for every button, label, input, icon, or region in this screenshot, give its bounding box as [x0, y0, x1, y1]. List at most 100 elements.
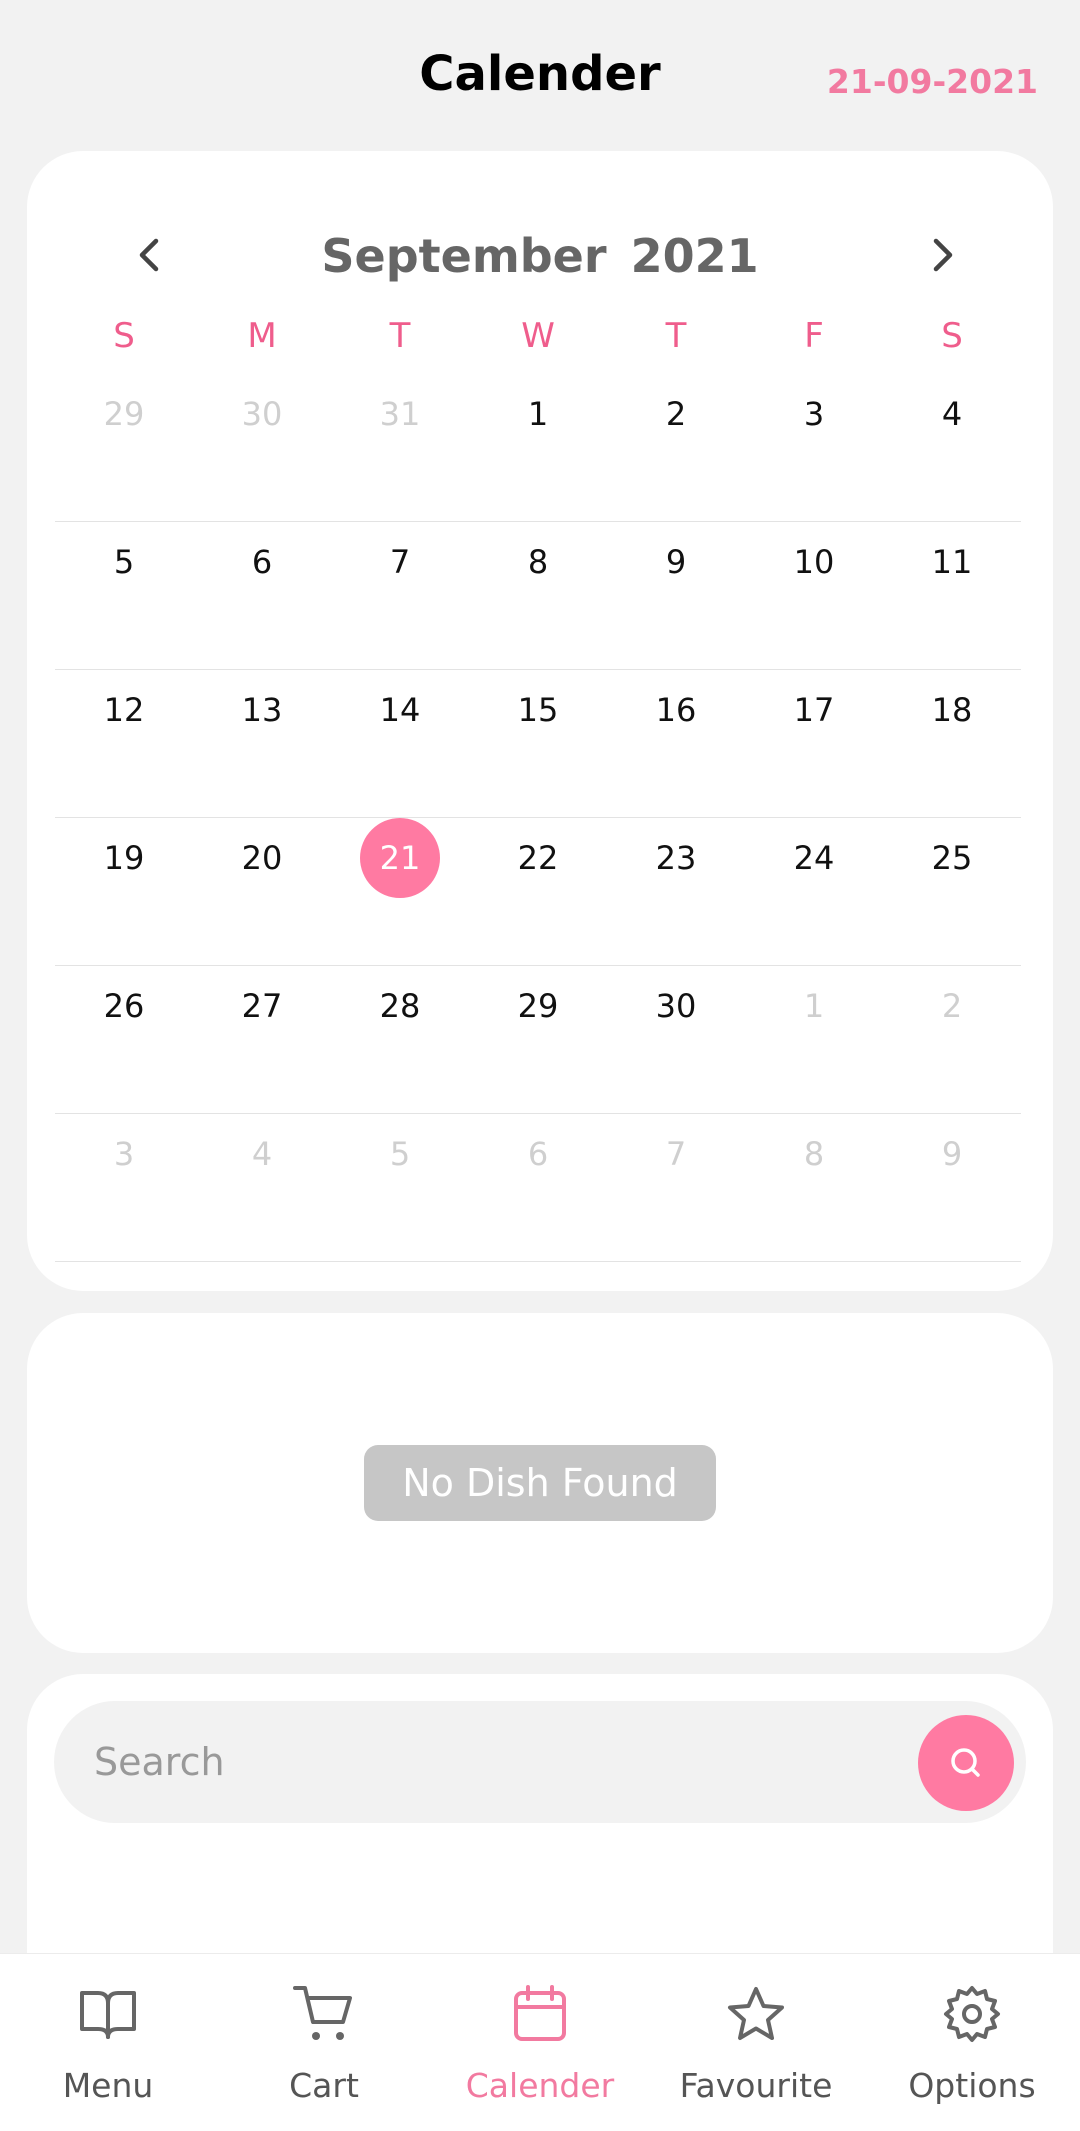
calendar-day-number: 12: [103, 691, 145, 729]
calendar-week-row: 29 30 31 1 2 3 4: [55, 374, 1021, 522]
tab-label: Cart: [289, 2066, 359, 2105]
calendar-day[interactable]: 7: [331, 522, 469, 669]
calendar-day[interactable]: 31: [331, 374, 469, 521]
calendar-week-row: 19 20 21 22 23 24 25: [55, 818, 1021, 966]
calendar-day[interactable]: 22: [469, 818, 607, 965]
book-open-icon: [76, 1982, 140, 2046]
tab-options[interactable]: Options: [864, 1954, 1080, 2131]
calendar-day[interactable]: 24: [745, 818, 883, 965]
calendar-day[interactable]: 5: [331, 1114, 469, 1261]
calendar-day[interactable]: 20: [193, 818, 331, 965]
calendar-day-number: 1: [803, 987, 825, 1025]
tab-calender[interactable]: Calender: [432, 1954, 648, 2131]
tab-label: Options: [908, 2066, 1036, 2105]
weekday-label: F: [804, 316, 824, 356]
calendar-day[interactable]: 15: [469, 670, 607, 817]
calendar-day[interactable]: 5: [55, 522, 193, 669]
tab-menu[interactable]: Menu: [0, 1954, 216, 2131]
calendar-day[interactable]: 29: [469, 966, 607, 1113]
weekday-label: T: [665, 316, 687, 356]
calendar-day[interactable]: 1: [745, 966, 883, 1113]
calendar-day-selected[interactable]: 21: [331, 818, 469, 965]
calendar-day[interactable]: 2: [607, 374, 745, 521]
cart-icon: [292, 1982, 356, 2046]
calendar-day-number: 22: [517, 839, 559, 877]
calendar-day-number: 18: [931, 691, 973, 729]
calendar-day[interactable]: 13: [193, 670, 331, 817]
calendar-day-number: 20: [241, 839, 283, 877]
calendar-day-number: 13: [241, 691, 283, 729]
calendar-day[interactable]: 12: [55, 670, 193, 817]
calendar-day[interactable]: 14: [331, 670, 469, 817]
calendar-day[interactable]: 8: [745, 1114, 883, 1261]
calendar-day[interactable]: 25: [883, 818, 1021, 965]
calendar-day-number: 25: [931, 839, 973, 877]
calendar-day[interactable]: 7: [607, 1114, 745, 1261]
search-input[interactable]: [94, 1701, 874, 1823]
calendar-day-number: 19: [103, 839, 145, 877]
weekday-header: S M T W T F S: [55, 316, 1021, 376]
calendar-day-number: 7: [389, 543, 411, 581]
calendar-day-number: 30: [655, 987, 697, 1025]
calendar-day[interactable]: 11: [883, 522, 1021, 669]
calendar-day[interactable]: 18: [883, 670, 1021, 817]
selected-date-label: 21-09-2021: [826, 62, 1038, 101]
calendar-day-number: 7: [665, 1135, 687, 1173]
calendar-day-number: 28: [379, 987, 421, 1025]
calendar-day[interactable]: 6: [193, 522, 331, 669]
calendar-day[interactable]: 29: [55, 374, 193, 521]
calendar-week-row: 3 4 5 6 7 8 9: [55, 1114, 1021, 1262]
next-month-button[interactable]: [913, 225, 973, 285]
calendar-day[interactable]: 19: [55, 818, 193, 965]
calendar-grid: 29 30 31 1 2 3 4 5 6 7 8 9 10 11 12 13 14 15 16 17 18 19 20 21 2…: [55, 374, 1021, 1262]
calendar-day-number: 4: [941, 395, 963, 433]
calendar-day[interactable]: 3: [55, 1114, 193, 1261]
tab-favourite[interactable]: Favourite: [648, 1954, 864, 2131]
empty-state-badge: No Dish Found: [364, 1445, 716, 1521]
calendar-day-number: 15: [517, 691, 559, 729]
calendar-day[interactable]: 2: [883, 966, 1021, 1113]
calendar-day[interactable]: 9: [883, 1114, 1021, 1261]
calendar-week-row: 12 13 14 15 16 17 18: [55, 670, 1021, 818]
calendar-day-number: 14: [379, 691, 421, 729]
calendar-day-number: 23: [655, 839, 697, 877]
search-button[interactable]: [918, 1715, 1014, 1811]
calendar-day[interactable]: 1: [469, 374, 607, 521]
calendar-day[interactable]: 30: [607, 966, 745, 1113]
calendar-day-number: 2: [665, 395, 687, 433]
calendar-day-number: 6: [251, 543, 273, 581]
calendar-day[interactable]: 28: [331, 966, 469, 1113]
calendar-day[interactable]: 9: [607, 522, 745, 669]
calendar-day-number: 8: [527, 543, 549, 581]
month-navigation: September 2021: [27, 211, 1053, 311]
weekday-label: W: [521, 316, 555, 356]
calendar-day-number: 1: [527, 395, 549, 433]
calendar-day[interactable]: 26: [55, 966, 193, 1113]
calendar-day-number: 30: [241, 395, 283, 433]
calendar-day[interactable]: 30: [193, 374, 331, 521]
calendar-day[interactable]: 4: [883, 374, 1021, 521]
tab-cart[interactable]: Cart: [216, 1954, 432, 2131]
calendar-day-number: 10: [793, 543, 835, 581]
calendar-day[interactable]: 6: [469, 1114, 607, 1261]
calendar-day[interactable]: 23: [607, 818, 745, 965]
calendar-day-number: 17: [793, 691, 835, 729]
search-bar: [54, 1701, 1026, 1823]
calendar-day-number: 4: [251, 1135, 273, 1173]
calendar-day-number: 29: [517, 987, 559, 1025]
calendar-day-number: 11: [931, 543, 973, 581]
month-year-label: September 2021: [321, 229, 759, 283]
calendar-day[interactable]: 3: [745, 374, 883, 521]
tab-label: Favourite: [679, 2066, 833, 2105]
app-header: Calender 21-09-2021: [0, 0, 1080, 150]
calendar-day[interactable]: 17: [745, 670, 883, 817]
calendar-day[interactable]: 16: [607, 670, 745, 817]
calendar-day[interactable]: 8: [469, 522, 607, 669]
calendar-day[interactable]: 27: [193, 966, 331, 1113]
calendar-day[interactable]: 4: [193, 1114, 331, 1261]
calendar-icon: [508, 1982, 572, 2046]
weekday-label: M: [247, 316, 277, 356]
tab-label: Menu: [62, 2066, 154, 2105]
weekday-label: S: [941, 316, 963, 356]
calendar-day[interactable]: 10: [745, 522, 883, 669]
